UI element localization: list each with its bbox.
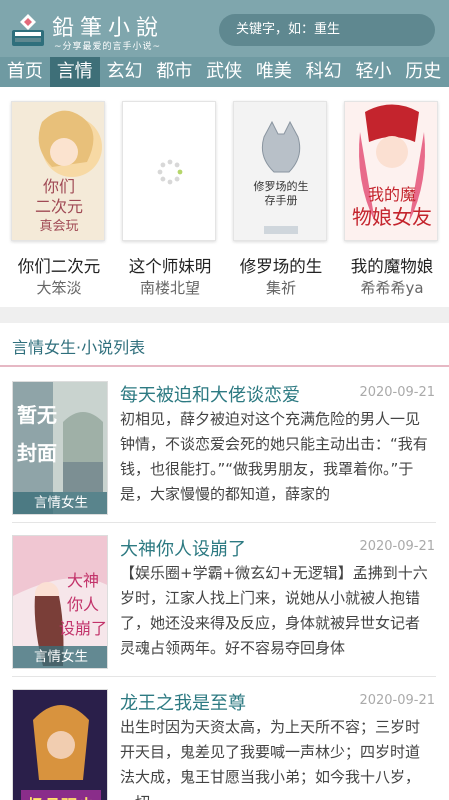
app-header: 鉛筆小說 ~分享最爱的言手小说~ 关键字，如：重生 <box>0 0 449 57</box>
featured-book-author: 大笨淡 <box>36 279 82 297</box>
svg-text:你人: 你人 <box>67 595 99 614</box>
svg-text:修罗场的生: 修罗场的生 <box>254 179 309 193</box>
item-separator <box>12 676 436 677</box>
category-tag: 言情女生 <box>13 492 107 514</box>
search-input[interactable]: 关键字，如：重生 <box>219 14 435 46</box>
nav-tab[interactable]: 都市 <box>149 57 199 87</box>
book-title-link[interactable]: 龙王之我是至尊 <box>120 689 246 715</box>
logo-title: 鉛筆小說 <box>52 16 165 41</box>
nav-tab[interactable]: 历史 <box>398 57 448 87</box>
pencil-book-logo-icon <box>12 14 44 46</box>
book-description: 初相见，薛夕被迫对这个充满危险的男人一见钟情，不谈恋爱会死的她只能主动出击：“我… <box>120 410 428 503</box>
svg-text:我的魔: 我的魔 <box>368 185 416 204</box>
section-title: 言情女生·小说列表 <box>12 338 146 357</box>
book-cover-image[interactable]: 大神 你人 设崩了 言情女生 <box>12 535 108 669</box>
book-title-link[interactable]: 每天被迫和大佬谈恋爱 <box>120 381 300 407</box>
svg-text:暂无: 暂无 <box>17 403 57 427</box>
featured-books: 你们 二次元 真会玩 你们二次元大笨淡 这个师妹明南楼北望 修罗场的生 存手册 修… <box>0 97 449 305</box>
svg-text:物娘女友: 物娘女友 <box>352 205 432 229</box>
book-cover-image[interactable] <box>122 101 216 241</box>
item-separator <box>12 522 436 523</box>
book-description: 【娱乐圈+学霸+微玄幻+无逻辑】孟拂到十六岁时，江家人找上门来，说她从小就被人抱… <box>120 564 428 657</box>
featured-book-author: 希希希ya <box>360 279 424 297</box>
featured-book-title[interactable]: 这个师妹明 <box>116 253 224 277</box>
nav-tab[interactable]: 科幻 <box>299 57 349 87</box>
section-divider <box>0 307 449 323</box>
list-item[interactable]: 暂无 封面 言情女生 每天被迫和大佬谈恋爱 2020-09-21 初相见，薛夕被迫对这… <box>0 381 449 531</box>
svg-text:真会玩: 真会玩 <box>39 219 78 234</box>
book-description: 出生时因为天资太高，为上天所不容；三岁时开天目，鬼差见了我要喊一声林少；四岁时道… <box>120 718 421 800</box>
book-cover-image[interactable]: 修罗场的生 存手册 <box>233 101 327 241</box>
nav-tab[interactable]: 首页 <box>0 57 50 87</box>
update-date: 2020-09-21 <box>359 693 435 708</box>
book-cover-image[interactable]: 极品强少 <box>12 689 108 800</box>
featured-book-author: 南楼北望 <box>139 279 200 297</box>
category-tag: 言情女生 <box>13 646 107 668</box>
featured-book-title[interactable]: 我的魔物娘 <box>338 253 446 277</box>
featured-book-title[interactable]: 修罗场的生 <box>227 253 335 277</box>
svg-text:你们: 你们 <box>43 177 75 196</box>
update-date: 2020-09-21 <box>359 539 435 554</box>
featured-book-title[interactable]: 你们二次元 <box>5 253 113 277</box>
site-logo[interactable]: 鉛筆小說 ~分享最爱的言手小说~ <box>8 8 208 52</box>
svg-text:二次元: 二次元 <box>35 197 83 216</box>
book-cover-image[interactable]: 暂无 封面 言情女生 <box>12 381 108 515</box>
book-title-link[interactable]: 大神你人设崩了 <box>120 535 246 561</box>
nav-tab[interactable]: 轻小 <box>349 57 399 87</box>
featured-book-author: 集祈 <box>265 279 296 297</box>
list-item[interactable]: 极品强少 龙王之我是至尊 2020-09-21 出生时因为天资太高，为上天所不容；三… <box>0 689 449 800</box>
book-cover-image[interactable]: 你们 二次元 真会玩 <box>11 101 105 241</box>
nav-tab[interactable]: 玄幻 <box>100 57 150 87</box>
nav-tab[interactable]: 武侠 <box>199 57 249 87</box>
book-cover-image[interactable]: 我的魔 物娘女友 <box>344 101 438 241</box>
svg-text:设崩了: 设崩了 <box>59 619 107 638</box>
svg-text:大神: 大神 <box>67 571 99 590</box>
svg-text:存手册: 存手册 <box>265 193 298 207</box>
logo-subtitle: ~分享最爱的言手小说~ <box>54 42 162 52</box>
nav-tab[interactable]: 言情 <box>49 57 100 87</box>
nav-tab[interactable]: 唯美 <box>249 57 299 87</box>
category-nav: 首页 言情 玄幻 都市 武侠 唯美 科幻 轻小 历史 <box>0 57 449 87</box>
update-date: 2020-09-21 <box>359 385 435 400</box>
svg-text:封面: 封面 <box>17 441 57 465</box>
section-underline <box>0 365 449 367</box>
list-item[interactable]: 大神 你人 设崩了 言情女生 大神你人设崩了 2020-09-21 【娱乐圈+学霸+微… <box>0 535 449 685</box>
